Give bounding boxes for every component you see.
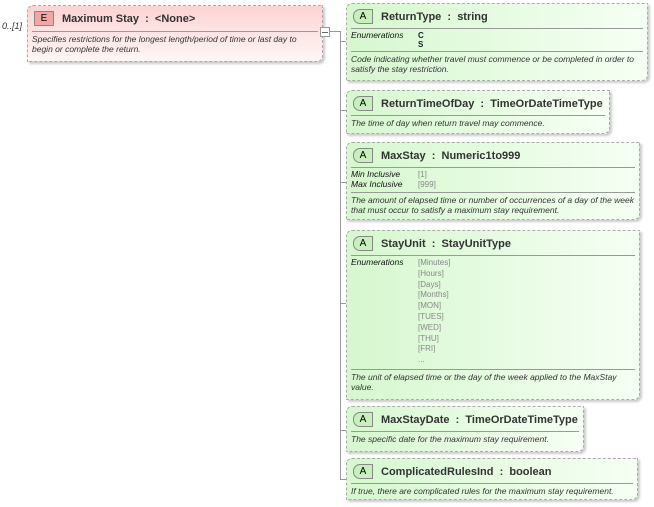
divider — [351, 431, 579, 432]
connector-line — [340, 31, 341, 479]
element-title: Maximum Stay : <None> — [62, 12, 196, 25]
attribute-header: A MaxStayDate : TimeOrDateTimeType — [353, 412, 578, 427]
attribute-description: The time of day when return travel may c… — [351, 118, 545, 128]
attribute-badge-icon: A — [353, 412, 373, 427]
facet-value: S — [418, 39, 424, 49]
facet-value: [Hours] — [418, 268, 444, 278]
divider — [351, 255, 635, 256]
attribute-header: A ComplicatedRulesInd : boolean — [353, 464, 552, 479]
attribute-header: A ReturnType : string — [353, 9, 488, 24]
attribute-header: A MaxStay : Numeric1to999 — [353, 148, 520, 163]
facet-value: [Minutes] — [418, 258, 451, 267]
attribute-box[interactable]: A MaxStayDate : TimeOrDateTimeType The spe… — [346, 406, 584, 452]
attribute-box[interactable]: A StayUnit : StayUnitType Enumerations [Min… — [346, 230, 640, 400]
element-badge-icon: E — [34, 11, 54, 26]
attribute-badge-icon: A — [353, 464, 373, 479]
attribute-header: A StayUnit : StayUnitType — [353, 236, 511, 251]
attribute-badge-icon: A — [353, 236, 373, 251]
cardinality-label: 0..[1] — [2, 21, 23, 31]
attribute-description: The unit of elapsed time or the day of t… — [351, 372, 617, 392]
attribute-description: The specific date for the maximum stay r… — [351, 434, 549, 444]
attribute-title: ReturnType : string — [381, 10, 488, 23]
attribute-header: A ReturnTimeOfDay : TimeOrDateTimeType — [353, 96, 603, 111]
element-description: Specifies restrictions for the longest l… — [32, 34, 297, 54]
facet-label: Enumerations — [351, 30, 404, 40]
facet-value: [TUES] — [418, 312, 444, 321]
attribute-title: MaxStayDate : TimeOrDateTimeType — [381, 413, 578, 426]
divider — [351, 369, 635, 370]
facet-value: [1] — [418, 170, 427, 179]
attribute-description: The amount of elapsed time or number of … — [351, 195, 635, 215]
divider — [351, 115, 605, 116]
facet-label: Max Inclusive — [351, 178, 403, 189]
facet-value: [WED] — [418, 322, 442, 332]
facet-value: [Months] — [418, 290, 449, 300]
divider — [351, 483, 633, 484]
attribute-description: If true, there are complicated rules for… — [351, 486, 614, 496]
attribute-box[interactable]: A ComplicatedRulesInd : boolean If true, t… — [346, 458, 638, 500]
facet-label: Enumerations — [351, 257, 404, 267]
attribute-badge-icon: A — [353, 148, 373, 163]
attribute-description: Code indicating whether travel must comm… — [351, 54, 635, 74]
attribute-title: StayUnit : StayUnitType — [381, 237, 511, 250]
facet-value: [Days] — [418, 279, 441, 289]
attribute-box[interactable]: A ReturnTimeOfDay : TimeOrDateTimeType The… — [346, 90, 610, 134]
attribute-title: ReturnTimeOfDay : TimeOrDateTimeType — [381, 97, 603, 110]
attribute-box[interactable]: A MaxStay : Numeric1to999 Min Inclusive [1]… — [346, 142, 640, 220]
facet-value: [999] — [418, 179, 436, 189]
element-maximum-stay[interactable]: E Maximum Stay : <None> Specifies restri… — [27, 5, 323, 62]
divider — [351, 28, 643, 29]
attribute-badge-icon: A — [353, 96, 373, 111]
divider — [351, 167, 635, 168]
divider — [351, 51, 643, 52]
facet-value: ... — [418, 355, 425, 365]
facet-value: [FRI] — [418, 344, 436, 354]
connector-line — [329, 31, 340, 32]
attribute-box[interactable]: A ReturnType : string Enumerations C S Code i… — [346, 3, 648, 81]
attribute-title: ComplicatedRulesInd : boolean — [381, 465, 552, 478]
facet-value: [MON] — [418, 301, 442, 311]
divider — [351, 192, 635, 193]
collapse-toggle-icon[interactable] — [320, 27, 330, 37]
divider — [32, 31, 318, 32]
attribute-badge-icon: A — [353, 9, 373, 24]
attribute-title: MaxStay : Numeric1to999 — [381, 149, 521, 162]
facet-value: [THU] — [418, 333, 439, 343]
